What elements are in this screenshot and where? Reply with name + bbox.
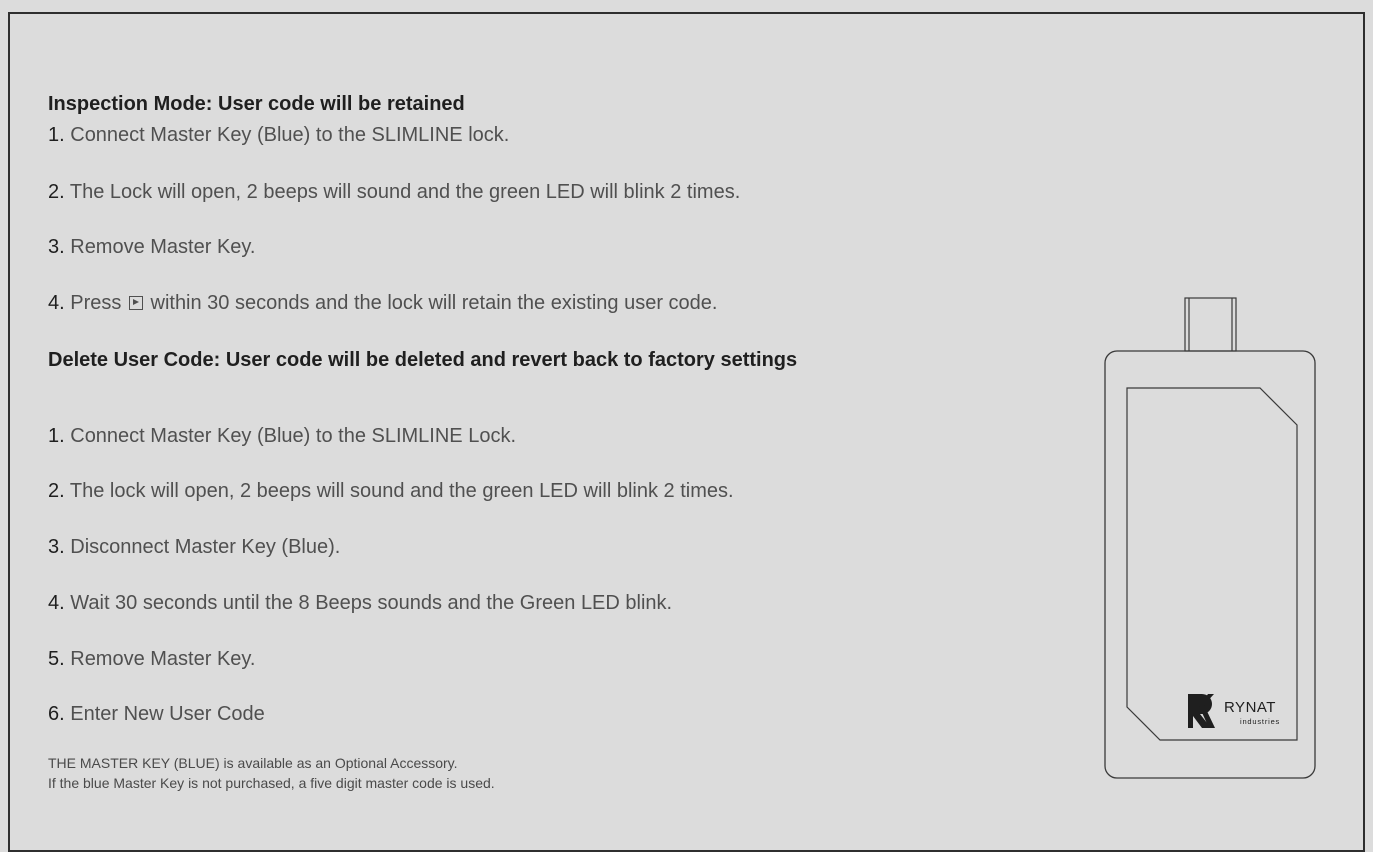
device-label-panel xyxy=(1126,387,1298,741)
connector-icon xyxy=(1184,297,1237,352)
master-key-device-illustration: RYNAT industries xyxy=(1104,297,1316,779)
rynat-brand-text: RYNAT xyxy=(1224,699,1276,716)
rynat-logo-icon xyxy=(1188,694,1215,728)
device-body xyxy=(1104,350,1316,779)
rynat-brand-subtext: industries xyxy=(1240,717,1280,726)
